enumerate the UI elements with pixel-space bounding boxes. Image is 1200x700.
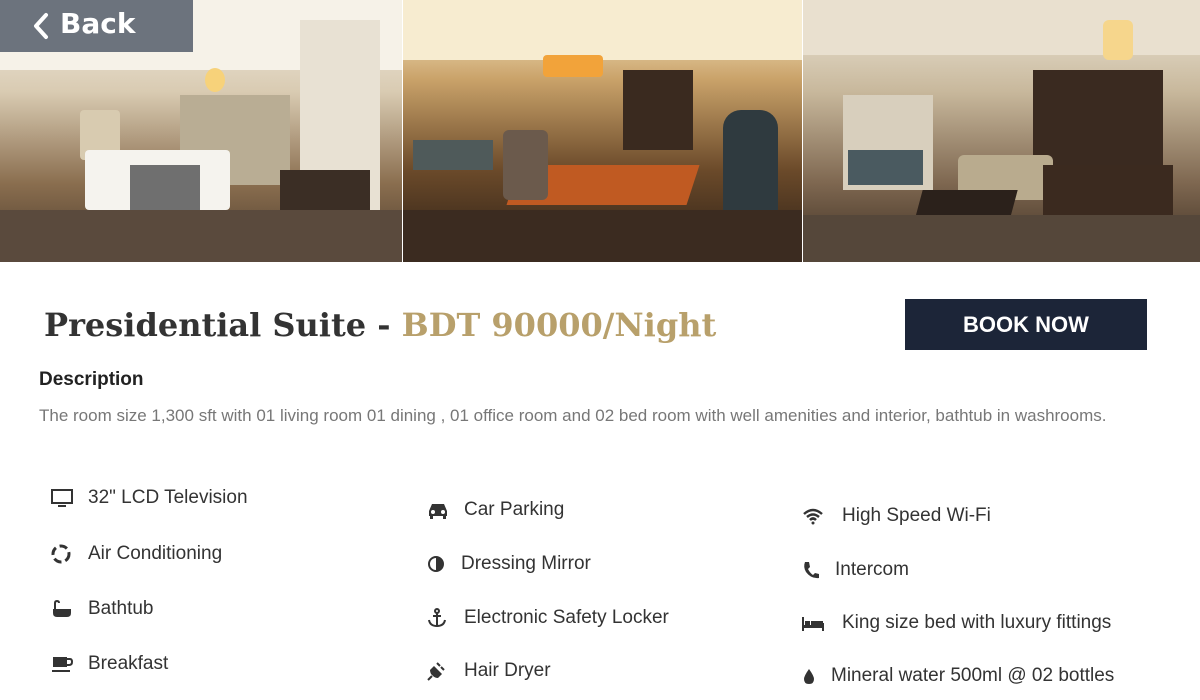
room-photo-gallery: Back: [0, 0, 1200, 262]
tv-icon: [50, 487, 76, 509]
plug-icon: [426, 660, 452, 682]
description-heading: Description: [39, 369, 144, 390]
room-title: Presidential Suite - BDT 90000/Night: [44, 306, 716, 344]
coffee-icon: [50, 653, 76, 675]
amenity-label: Hair Dryer: [464, 660, 551, 681]
book-now-button[interactable]: BOOK NOW: [905, 299, 1147, 350]
amenity-label: Car Parking: [464, 499, 565, 520]
wifi-icon: [801, 505, 827, 527]
amenity-label: Bathtub: [88, 598, 154, 619]
amenity-car-parking: Car Parking: [426, 499, 564, 521]
amenity-label: Intercom: [835, 559, 909, 580]
room-price: BDT 90000/Night: [401, 306, 717, 344]
bed-icon: [801, 612, 827, 634]
dining-room-photo[interactable]: [402, 0, 803, 262]
amenity-dressing-mirror: Dressing Mirror: [426, 553, 591, 575]
amenity-label: 32" LCD Television: [88, 487, 248, 508]
back-label: Back: [60, 7, 136, 40]
living-room-photo[interactable]: [803, 0, 1200, 262]
amenity-label: Breakfast: [88, 653, 169, 674]
description-text: The room size 1,300 sft with 01 living r…: [39, 406, 1107, 425]
chevron-left-icon: [32, 12, 50, 45]
amenity-safety-locker: Electronic Safety Locker: [426, 607, 669, 629]
back-button[interactable]: Back: [0, 0, 193, 52]
amenity-air-conditioning: Air Conditioning: [50, 543, 222, 565]
amenity-label: King size bed with luxury fittings: [842, 612, 1112, 633]
phone-icon: [801, 559, 823, 581]
amenity-mineral-water: Mineral water 500ml @ 02 bottles: [801, 665, 1114, 687]
amenity-hair-dryer: Hair Dryer: [426, 660, 551, 682]
amenity-tv: 32" LCD Television: [50, 487, 248, 509]
drop-icon: [801, 665, 819, 687]
amenity-label: Dressing Mirror: [461, 553, 591, 574]
room-name: Presidential Suite -: [44, 306, 402, 344]
amenity-label: Electronic Safety Locker: [464, 607, 669, 628]
amenity-label: High Speed Wi-Fi: [842, 505, 991, 526]
amenity-label: Mineral water 500ml @ 02 bottles: [831, 665, 1115, 686]
bathtub-icon: [50, 598, 76, 620]
amenity-king-bed: King size bed with luxury fittings: [801, 612, 1111, 634]
car-icon: [426, 499, 452, 521]
amenity-intercom: Intercom: [801, 559, 909, 581]
half-circle-icon: [426, 553, 448, 575]
amenity-label: Air Conditioning: [88, 543, 223, 564]
amenity-bathtub: Bathtub: [50, 598, 154, 620]
amenity-breakfast: Breakfast: [50, 653, 168, 675]
recycle-icon: [50, 543, 76, 565]
anchor-icon: [426, 607, 452, 629]
amenity-wifi: High Speed Wi-Fi: [801, 505, 991, 527]
